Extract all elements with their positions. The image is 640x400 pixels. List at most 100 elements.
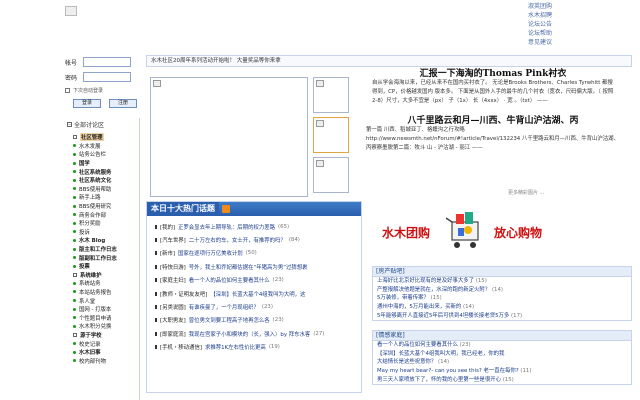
featured-headline-2[interactable]: 八千里路云和月—川西、牛背山沪沽湖、丙 — [358, 113, 628, 126]
topic-item[interactable]: 5万装修，带着传案？ (15) — [373, 294, 631, 303]
topic-title[interactable]: 有谁疾曼了，一个月现组织？ — [189, 303, 259, 311]
register-button[interactable]: 注册 — [109, 99, 137, 108]
topic-item[interactable]: May my heart bear?- can you see this? 老一… — [373, 367, 631, 376]
topic-item[interactable]: 看一个人的品位如何主要看其什么 (23) — [373, 341, 631, 350]
topic-title[interactable]: 我现在宫家子小和模块的（长，强入）by 拜东水客 — [189, 330, 311, 338]
sidebar-item[interactable]: 国网 - 打版本 — [73, 305, 139, 314]
sidebar-item[interactable]: 国学 — [73, 159, 139, 168]
password-input[interactable] — [83, 72, 131, 82]
top-topic-row[interactable]: [新市] 国家在逐项行万亿美收计划 (50) — [155, 247, 361, 260]
top-topic-row[interactable]: [家庭主妇] 看一个人的品位如何主要看其什么 (23) — [155, 274, 361, 287]
topic-forum[interactable]: [即家庭流] — [160, 330, 186, 338]
top-link-group-buy[interactable]: 淑英团购 — [528, 2, 638, 11]
top-link-feedback[interactable]: 意见建议 — [528, 38, 638, 47]
sidebar-item[interactable]: 系人堂 — [73, 296, 139, 305]
username-input[interactable] — [83, 57, 131, 67]
collapse-icon[interactable]: − — [67, 122, 72, 127]
topic-item[interactable]: 上海好比北京好比现有的是及好事大多了 (15) — [373, 277, 631, 286]
rss-icon[interactable] — [222, 205, 230, 213]
sidebar-item[interactable]: 社区系统文化 — [73, 176, 139, 185]
sidebar-item[interactable]: BBS使用研究 — [73, 202, 139, 211]
top-topic-row[interactable]: [另类说圆] 有谁疾曼了，一个月现组织？ (23) — [155, 300, 361, 313]
topic-title[interactable]: May my heart bear?- can you see this? 老一… — [377, 368, 519, 374]
slideshow-thumb-1[interactable] — [313, 77, 349, 113]
topic-title[interactable]: 看一个人的品位如何主要看其什么 — [189, 276, 270, 284]
topic-title[interactable]: 男三天人家喷放下了，怀的我的心里第一些是很开心 — [377, 377, 501, 383]
topic-title[interactable]: 二十万左右的车，女士开，有推荐的吗？ — [189, 236, 286, 244]
more-pictures-link[interactable]: 更多精彩图片 ... — [508, 189, 544, 196]
topic-title[interactable]: 5万装修，带着传案？ — [377, 295, 429, 301]
topic-item[interactable]: 【深圳】长蓝大基个4组我叫大明，我已经老，你的我 — [373, 350, 631, 359]
top-link-announcements[interactable]: 论坛公告 — [528, 20, 638, 29]
sidebar-item[interactable]: 积分奖励 — [73, 219, 139, 228]
realestate-box-title[interactable]: [房产贴吧] — [373, 267, 631, 277]
topic-forum[interactable]: [大职男友] — [160, 316, 186, 324]
login-button[interactable]: 登录 — [73, 99, 101, 108]
sidebar-item[interactable]: 系统维护 — [73, 271, 139, 280]
sidebar-item[interactable]: 版副和工作日志 — [73, 253, 139, 262]
topic-item[interactable]: 通州中海的，5万月能出来，买新的 (14) — [373, 303, 631, 312]
topic-title[interactable]: 求推荐1K左右性价比更高 — [205, 343, 266, 351]
top-topic-row[interactable]: [手机・移动通信] 求推荐1K左右性价比更高 (19) — [155, 341, 361, 354]
site-logo-image[interactable] — [65, 6, 77, 16]
topic-forum[interactable]: [手机・移动通信] — [160, 343, 202, 351]
sidebar-item[interactable]: 水木积分兑换 — [73, 322, 139, 331]
sidebar-item[interactable]: 个性题目申请 — [73, 313, 139, 322]
sidebar-item[interactable]: 水木 Blog — [73, 236, 139, 245]
top-topic-row[interactable]: [大职男友] 曾位男文到要工程高子地再怎么各 (23) — [155, 314, 361, 327]
top-topic-row[interactable]: [我的] 正罗会显去年上期导轨：后期的权力差路 (65) — [155, 220, 361, 233]
top-topic-row[interactable]: [汽车世界] 二十万左右的车，女士开，有推荐的吗？ (84) — [155, 233, 361, 246]
slideshow-thumb-3[interactable] — [313, 157, 349, 193]
sidebar-item[interactable]: 新手上路 — [73, 193, 139, 202]
top-link-jobs[interactable]: 水木招聘 — [528, 11, 638, 20]
topic-forum[interactable]: [特快日游] — [160, 263, 186, 271]
auto-login-checkbox[interactable] — [65, 88, 70, 93]
slideshow-main-image[interactable] — [150, 77, 308, 197]
top-topic-row[interactable]: [教师・证明友友吧] 【深圳】长蓝大基个4组我叫为大明，这 — [155, 287, 361, 300]
sidebar-header[interactable]: − 全部讨论区 — [65, 118, 139, 131]
sidebar-item[interactable]: 水木旧事 — [73, 348, 139, 357]
topic-forum[interactable]: [汽车世界] — [160, 236, 186, 244]
sidebar-item[interactable]: 社区系统服务 — [73, 167, 139, 176]
sidebar-item[interactable]: 社区管理 — [73, 133, 139, 142]
topic-item[interactable]: 5年能够离开人直接近5年后可供到4坦楼长接老贷5万多 (17) — [373, 312, 631, 321]
topic-title[interactable]: 曾位男文到要工程高子地再怎么各 — [189, 316, 270, 324]
sidebar-item[interactable]: 投票 — [73, 262, 139, 271]
sidebar-item[interactable]: 校内部刊物 — [73, 356, 139, 365]
topic-forum[interactable]: [新市] — [160, 249, 175, 257]
sidebar-item[interactable]: BBS使用帮助 — [73, 185, 139, 194]
sidebar-item[interactable]: 本站站务报告 — [73, 288, 139, 297]
sidebar-item[interactable]: 系统站务 — [73, 279, 139, 288]
topic-forum[interactable]: [家庭主妇] — [160, 276, 186, 284]
sidebar-item[interactable]: 投诉 — [73, 228, 139, 237]
topic-forum[interactable]: [我的] — [160, 223, 175, 231]
featured-headline-1[interactable]: 汇报一下海淘的Thomas Pink衬衣 — [358, 66, 628, 79]
topic-forum[interactable]: [另类说圆] — [160, 303, 186, 311]
topic-title[interactable]: 国家在逐项行万亿美收计划 — [178, 249, 243, 257]
topic-title[interactable]: 上海好比北京好比现有的是及好事大多了 — [377, 278, 474, 284]
top-topic-row[interactable]: [特快日游] 号外，我土和乔妃都估据在“年猪高为男”过猜想裹 — [155, 260, 361, 273]
sidebar-item[interactable]: 校史记录 — [73, 339, 139, 348]
top-link-help[interactable]: 论坛帮助 — [528, 29, 638, 38]
topic-item[interactable]: 男三天人家喷放下了，怀的我的心里第一些是很开心 (15) — [373, 376, 631, 385]
topic-title[interactable]: 正罗会显去年上期导轨：后期的权力差路 — [178, 223, 275, 231]
sidebar-item[interactable]: 源于学校 — [73, 331, 139, 340]
topic-title[interactable]: 通州中海的，5万月能出来，买新的 — [377, 304, 461, 310]
slideshow-thumb-2[interactable] — [313, 117, 349, 153]
topic-title[interactable]: 产整报解决他题是就在，水深的跑的新定火附？ — [377, 287, 490, 293]
topic-item[interactable]: 产整报解决他题是就在，水深的跑的新定火附？ (14) — [373, 286, 631, 295]
sidebar-item[interactable]: 商务合作部 — [73, 210, 139, 219]
topic-forum[interactable]: [教师・证明友友吧] — [160, 290, 207, 298]
topic-title[interactable]: 【深圳】长蓝大基个4组我叫大明，我已经老，你的我 — [377, 351, 504, 357]
topic-title[interactable]: 【深圳】长蓝大基个4组我叫为大明，这 — [210, 290, 305, 298]
group-buy-banner[interactable]: 水木团购 放心购物 — [374, 210, 574, 256]
top-topic-row[interactable]: [即家庭流] 我现在宫家子小和模块的（长，强入）by 拜东水客 (27) — [155, 327, 361, 340]
family-box-title[interactable]: [情感家庭] — [373, 331, 631, 341]
topic-title[interactable]: 5年能够离开人直接近5年后可供到4坦楼长接老贷5万多 — [377, 313, 509, 319]
sidebar-item[interactable]: 版主和工作日志 — [73, 245, 139, 254]
sidebar-item[interactable]: 水木发展 — [73, 142, 139, 151]
topic-title[interactable]: 大结情长是这些祝意你？ — [377, 359, 436, 365]
topic-title[interactable]: 号外，我土和乔妃都估据在“年猪高为男”过猜想裹 — [189, 263, 308, 271]
topic-item[interactable]: 大结情长是这些祝意你？ (14) — [373, 358, 631, 367]
topic-title[interactable]: 看一个人的品位如何主要看其什么 — [377, 342, 458, 348]
